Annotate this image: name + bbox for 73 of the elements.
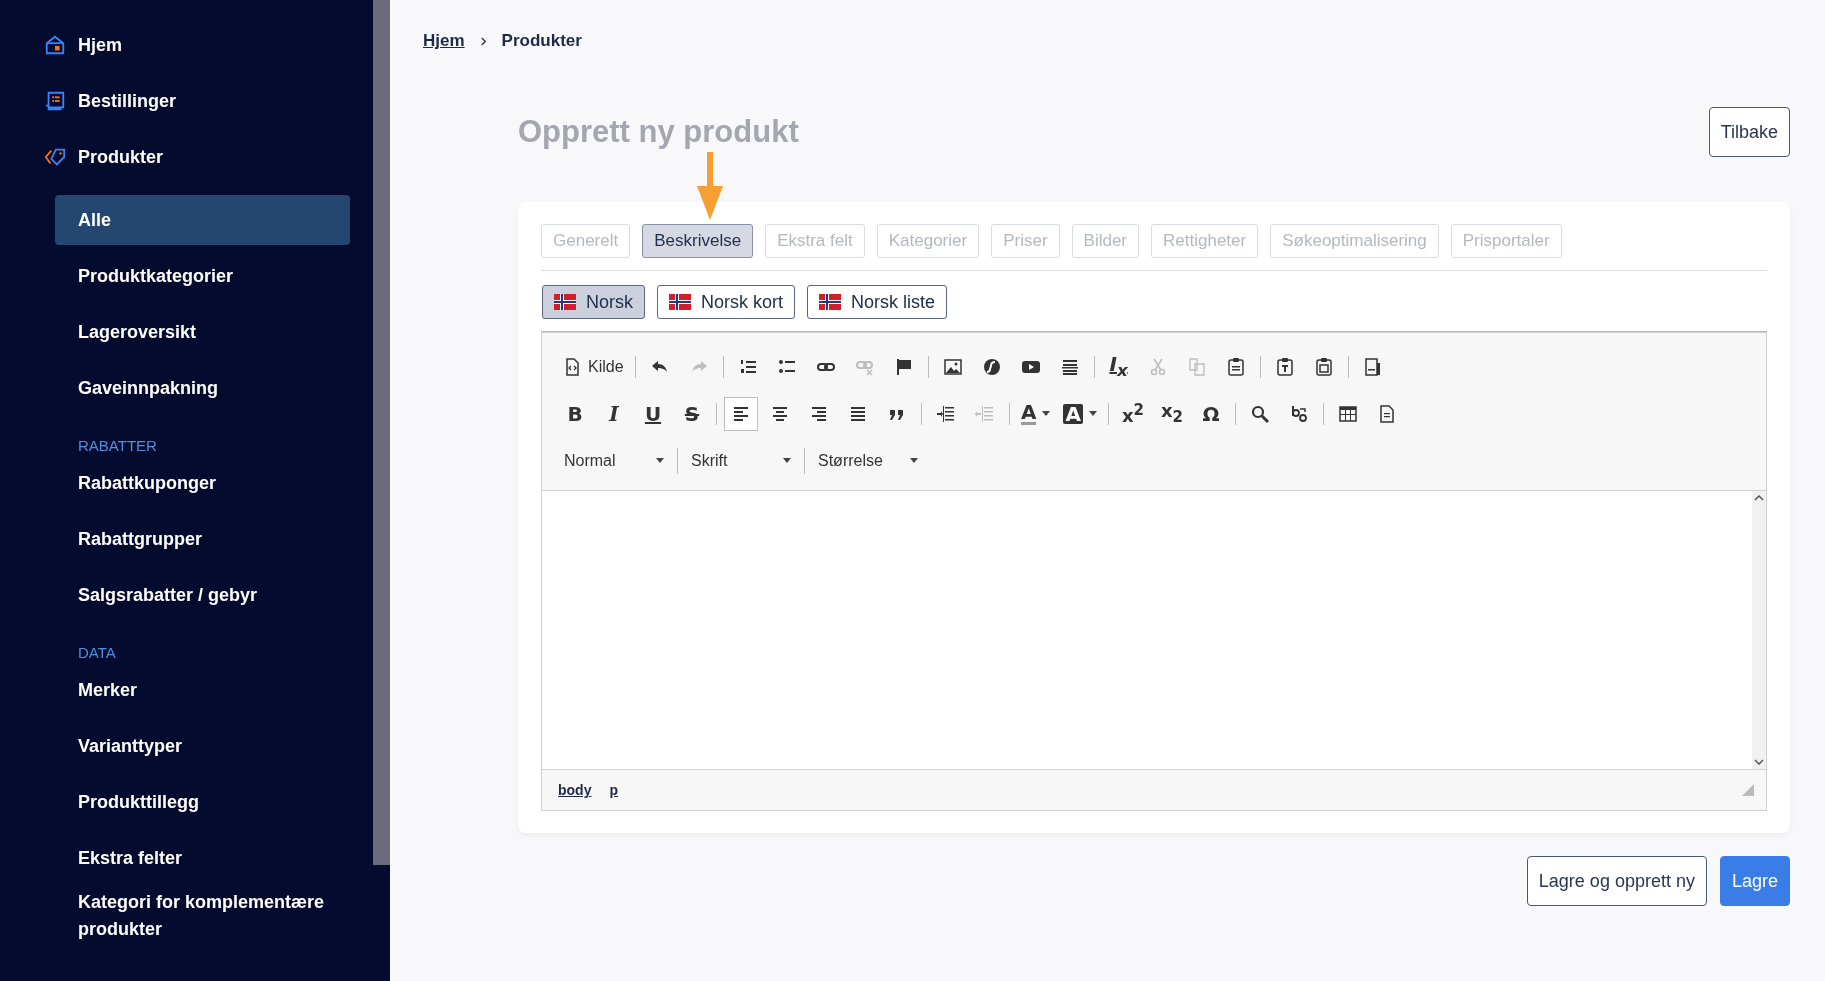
clipboard-text-icon — [1274, 356, 1295, 377]
back-button[interactable]: Tilbake — [1708, 107, 1790, 157]
subscript-button[interactable]: x$_{2}$ — [1154, 396, 1189, 431]
image-icon — [942, 356, 963, 377]
sidebar-sub-item[interactable]: Kategori for komplementære produkter — [55, 889, 350, 943]
sidebar-sub-item[interactable]: Rabattgrupper — [55, 514, 350, 564]
resize-grip-icon[interactable] — [1742, 784, 1754, 796]
tab[interactable]: Beskrivelse — [642, 224, 754, 258]
format-dropdown[interactable]: Normal — [558, 451, 670, 470]
element-path-link[interactable]: body — [558, 782, 592, 798]
caret-icon — [1042, 411, 1051, 416]
clipboard-icon — [1225, 356, 1246, 377]
save-button[interactable]: Lagre — [1719, 856, 1790, 906]
sidebar-sub-item[interactable]: Salgsrabatter / gebyr — [55, 570, 350, 620]
search-icon — [1249, 403, 1270, 424]
sidebar-nav-item[interactable]: Produkter — [0, 129, 373, 185]
sidebar-sub-item[interactable]: Alle — [55, 195, 350, 245]
sidebar-sub-item[interactable]: Ekstra felter — [55, 833, 350, 883]
caret-icon — [783, 458, 791, 463]
sidebar-sub-item[interactable]: Varianttyper — [55, 721, 350, 771]
italic-button[interactable]: I — [597, 396, 631, 431]
save-and-new-button[interactable]: Lagre og opprett ny — [1526, 856, 1707, 906]
language-tab[interactable]: Norsk — [542, 285, 645, 319]
breadcrumb-current: Produkter — [501, 31, 582, 51]
strike-button[interactable]: S — [675, 396, 709, 431]
flag-icon — [669, 294, 691, 310]
text-color-button[interactable]: A — [1017, 396, 1055, 431]
outdent-icon — [975, 403, 995, 424]
caret-icon — [656, 458, 664, 463]
underline-button[interactable]: U — [636, 396, 670, 431]
chevron-right-icon — [478, 36, 488, 46]
house-icon — [44, 34, 66, 56]
remove-format-button[interactable]: I$_{x}$ — [1101, 349, 1136, 384]
sidebar-section-heading: RABATTER — [78, 437, 158, 454]
scroll-up-icon[interactable] — [1754, 495, 1764, 501]
sidebar-sub-item[interactable]: Lageroversikt — [55, 307, 350, 357]
tag-icon — [44, 146, 66, 168]
special-char-button[interactable]: Ω — [1193, 396, 1228, 431]
scrollbar[interactable] — [373, 0, 390, 865]
bold-button[interactable]: B — [558, 396, 592, 431]
page-icon — [1362, 356, 1383, 377]
sidebar-sub-item[interactable]: Produktkategorier — [55, 251, 350, 301]
flag-icon — [819, 294, 842, 310]
element-path-link[interactable]: p — [609, 782, 618, 798]
clipboard-square-icon — [1313, 356, 1334, 377]
scroll-down-icon[interactable] — [1754, 759, 1764, 765]
sidebar-section-heading: DATA — [78, 644, 117, 661]
caret-icon — [1088, 411, 1097, 416]
bg-color-button[interactable]: A — [1059, 396, 1101, 431]
source-button[interactable]: Kilde — [558, 349, 628, 384]
table-icon — [1337, 403, 1358, 424]
align-left-button[interactable] — [724, 396, 758, 431]
page-title: Opprett ny produkt — [518, 114, 799, 150]
superscript-button[interactable]: x$^{2}$ — [1115, 396, 1150, 431]
receipt-icon — [44, 90, 66, 112]
scrollbar[interactable] — [1752, 491, 1766, 769]
sidebar-sub-item[interactable]: Rabattkuponger — [55, 458, 350, 508]
sidebar-sub-item[interactable]: Gaveinnpakning — [55, 363, 350, 413]
language-tab[interactable]: Norsk kort — [657, 285, 796, 319]
flash-icon — [981, 356, 1002, 377]
format-dropdown[interactable]: Størrelse — [812, 451, 924, 470]
sidebar-nav-item[interactable]: Bestillinger — [0, 73, 373, 129]
format-dropdown[interactable]: Skrift — [685, 451, 797, 470]
breadcrumb-link[interactable]: Hjem — [423, 31, 465, 51]
language-tab[interactable]: Norsk liste — [807, 285, 948, 319]
sidebar-nav-item[interactable]: Hjem — [0, 17, 373, 73]
sidebar-sub-item[interactable]: Produkttillegg — [55, 777, 350, 827]
indent-icon — [936, 403, 956, 424]
annotation-arrow — [697, 152, 723, 220]
caret-icon — [910, 458, 918, 463]
flag-icon — [554, 294, 576, 310]
sidebar-sub-item[interactable]: Merker — [55, 665, 350, 715]
copy-icon — [1186, 356, 1207, 377]
